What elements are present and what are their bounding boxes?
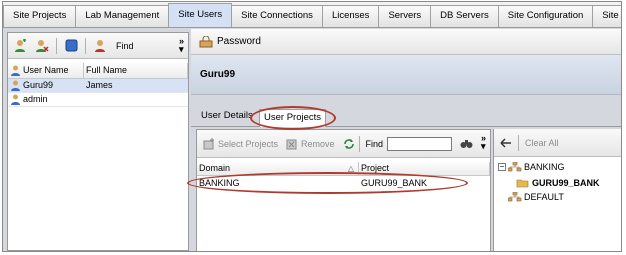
find-label: Find [365,138,384,149]
column-user-name-label: User Name [23,65,69,75]
toolbar-separator [358,135,360,152]
table-row[interactable]: Guru99 James [8,79,188,93]
clear-all-button[interactable]: Clear All [525,138,559,148]
tab-site-projects[interactable]: Site Projects [3,5,77,27]
tree-node-label: GURU99_BANK [532,177,600,188]
user-column-icon [11,65,20,76]
main-tab-bar: Site Projects Lab Management Site Users … [3,2,621,28]
tree-node-label: DEFAULT [524,192,564,202]
toolbar-separator [518,134,519,151]
user-subtabs: User Details User Projects [191,95,621,127]
tab-servers[interactable]: Servers [378,5,432,27]
column-full-name[interactable]: Full Name [84,63,188,78]
toolbar-overflow-icon[interactable]: » ▾ [179,37,184,54]
user-details-icon[interactable] [63,38,79,54]
site-admin-window: Site Projects Lab Management Site Users … [2,1,622,252]
projects-toolbar: Select Projects Remove Find » ▾ [197,130,490,158]
domain-icon [508,162,522,172]
user-name: admin [23,94,48,104]
tab-licenses[interactable]: Licenses [321,5,380,27]
tree-node-banking[interactable]: − BANKING [498,162,565,172]
remove-button[interactable]: Remove [301,139,335,149]
user-name: Guru99 [23,80,54,90]
password-icon[interactable] [199,35,213,48]
full-name-cell: James [86,80,113,90]
select-projects-icon [203,137,214,149]
column-domain[interactable]: Domain △ [197,162,359,175]
user-name-cell: Guru99 [8,79,84,92]
user-icon [11,80,20,91]
collapse-icon[interactable]: − [498,163,506,171]
column-user-name[interactable]: User Name [8,63,84,78]
table-row[interactable]: BANKING GURU99_BANK [197,176,490,190]
selected-user-name: Guru99 [200,69,236,80]
user-name-cell: admin [8,93,84,106]
projects-tree-panel: Clear All − BANKING GURU99_BANK DEFAULT [493,129,621,251]
selected-user-header: Guru99 [191,55,621,95]
user-properties-icon[interactable] [92,38,108,54]
remove-icon [286,139,297,149]
tab-db-servers[interactable]: DB Servers [430,5,499,27]
tree-toolbar: Clear All [494,129,621,157]
tab-site-users[interactable]: Site Users [168,3,233,27]
password-toolbar: Password [191,29,621,55]
tab-site-analysis[interactable]: Site Analysis [592,5,621,27]
password-button[interactable]: Password [217,36,261,47]
find-label[interactable]: Find [116,41,134,51]
user-detail-area: Password Guru99 User Details User Projec… [191,29,621,251]
tab-site-connections[interactable]: Site Connections [231,5,323,27]
tab-user-projects[interactable]: User Projects [259,109,327,127]
domain-cell: BANKING [199,177,240,188]
toolbar-separator [56,37,57,54]
user-icon [11,94,20,105]
find-input[interactable] [387,136,453,151]
tab-site-configuration[interactable]: Site Configuration [497,5,594,27]
table-row[interactable]: admin [8,93,188,107]
arrow-left-icon[interactable] [500,137,512,148]
delete-user-icon[interactable] [34,38,50,54]
projects-grid-header: Domain △ Project [197,162,490,176]
user-projects-panel: Select Projects Remove Find » ▾ Domain △ … [196,129,491,251]
column-domain-label: Domain [199,163,231,173]
add-user-icon[interactable] [12,38,28,54]
refresh-icon[interactable] [343,138,355,150]
tab-user-details[interactable]: User Details [197,107,257,127]
tree-node-label: BANKING [524,162,565,172]
project-cell: GURU99_BANK [361,177,428,188]
toolbar-overflow-icon[interactable]: » ▾ [481,134,486,151]
toolbar-separator [85,37,86,54]
users-panel: Find » ▾ User Name Full Name Guru99 James… [7,32,189,251]
column-project[interactable]: Project [359,162,490,175]
tree-node-guru99-bank[interactable]: GURU99_BANK [516,177,600,188]
binoculars-icon[interactable] [460,138,473,149]
users-grid-header: User Name Full Name [8,63,188,79]
tree-node-default[interactable]: DEFAULT [508,192,564,202]
project-icon [516,179,529,188]
domain-icon [508,192,522,202]
sort-ascending-icon: △ [347,164,354,173]
select-projects-button[interactable]: Select Projects [218,139,278,149]
users-toolbar: Find » ▾ [8,33,188,59]
tab-lab-management[interactable]: Lab Management [75,5,170,27]
